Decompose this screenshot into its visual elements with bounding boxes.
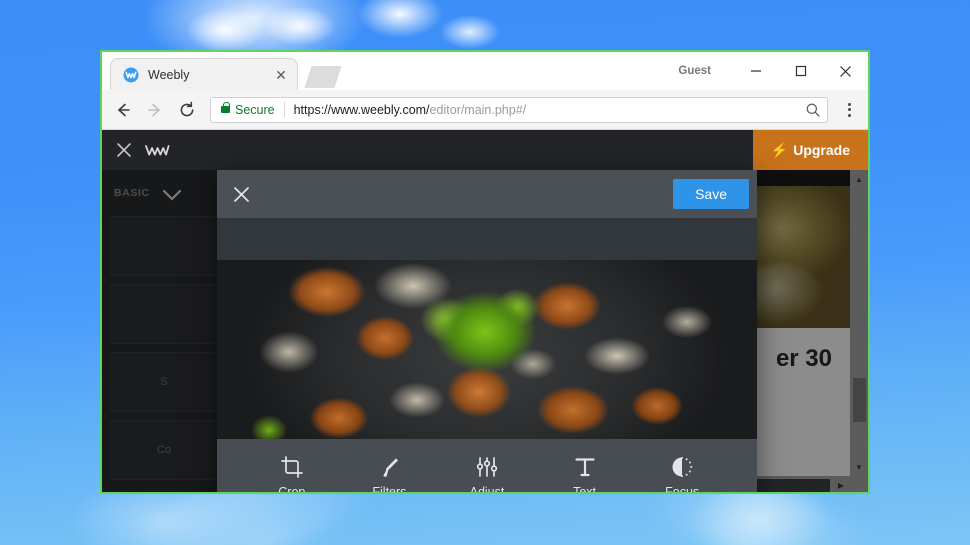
tool-adjust[interactable]: Adjust — [451, 456, 523, 494]
security-indicator[interactable]: Secure — [221, 102, 275, 117]
chevron-down-icon[interactable] — [142, 179, 202, 211]
url-path: editor/main.php#/ — [429, 102, 527, 117]
url-text: https://www.weebly.com/editor/main.php#/ — [294, 103, 805, 117]
weebly-editor: ⚡ Upgrade BASIC S Co er 30 ▲ ▼ ▶ Save Cr… — [102, 130, 868, 494]
crop-icon — [280, 455, 304, 478]
address-bar[interactable]: Secure https://www.weebly.com/editor/mai… — [210, 96, 828, 123]
filters-icon — [377, 456, 401, 478]
tab-close-icon[interactable]: ✕ — [273, 67, 289, 83]
editor-topbar: ⚡ Upgrade — [102, 130, 868, 170]
browser-menu-button[interactable] — [836, 95, 862, 125]
profile-label[interactable]: Guest — [678, 65, 711, 77]
tab-title: Weebly — [148, 67, 190, 82]
photo-editor-toolbar: Crop Filters Adjust Text Focus — [217, 439, 757, 494]
browser-toolbar: Secure https://www.weebly.com/editor/mai… — [102, 90, 868, 130]
security-label: Secure — [235, 102, 275, 117]
close-button[interactable] — [823, 52, 868, 90]
tool-label: Text — [573, 484, 597, 494]
minimize-button[interactable] — [733, 52, 778, 90]
tool-label: Filters — [372, 484, 407, 494]
upgrade-label: Upgrade — [793, 142, 850, 158]
rail-tile[interactable]: S — [110, 352, 218, 412]
tool-focus[interactable]: Focus — [646, 456, 718, 494]
edited-photo[interactable] — [217, 260, 757, 439]
weebly-logo-icon[interactable] — [144, 141, 170, 159]
lightning-icon: ⚡ — [770, 141, 789, 158]
upgrade-button[interactable]: ⚡ Upgrade — [752, 130, 868, 170]
window-controls: Guest — [678, 52, 868, 90]
photo-editor-canvas[interactable] — [217, 260, 757, 439]
lock-icon — [221, 102, 230, 113]
scroll-up-icon[interactable]: ▲ — [850, 170, 868, 188]
editor-left-rail: BASIC S Co — [102, 170, 232, 492]
editor-body: BASIC S Co er 30 ▲ ▼ ▶ Save Crop Filters… — [102, 170, 868, 494]
reload-button[interactable] — [172, 95, 202, 125]
search-icon[interactable] — [805, 102, 821, 118]
focus-icon — [670, 456, 694, 478]
forward-button[interactable] — [140, 95, 170, 125]
menu-dot — [847, 113, 851, 117]
text-icon — [573, 456, 597, 478]
tool-label: Crop — [278, 484, 306, 494]
tool-crop[interactable]: Crop — [256, 455, 328, 494]
photo-editor-header: Save — [217, 170, 757, 218]
menu-dot — [847, 102, 851, 106]
tool-text[interactable]: Text — [549, 456, 621, 494]
adjust-icon — [475, 456, 499, 478]
photo-editor-close-icon[interactable] — [233, 186, 250, 203]
browser-window: Weebly ✕ Guest Secure https://www.weebly… — [100, 50, 870, 494]
new-tab-button[interactable] — [304, 66, 342, 88]
vertical-scrollbar[interactable]: ▲ ▼ — [850, 170, 868, 476]
vertical-scrollbar-thumb[interactable] — [852, 378, 866, 422]
scrollbar-corner — [850, 476, 868, 492]
tool-label: Focus — [665, 484, 700, 494]
rail-tile[interactable] — [110, 284, 218, 344]
menu-dot — [847, 108, 851, 111]
tab-strip: Weebly ✕ Guest — [102, 52, 868, 90]
weebly-favicon-icon — [123, 67, 139, 83]
scroll-down-icon[interactable]: ▼ — [850, 458, 868, 476]
save-button[interactable]: Save — [673, 179, 749, 209]
omnibox-divider — [283, 102, 285, 117]
back-button[interactable] — [108, 95, 138, 125]
scroll-right-icon[interactable]: ▶ — [832, 476, 850, 492]
tool-filters[interactable]: Filters — [353, 456, 425, 494]
canvas-heading-right: er 30 — [775, 345, 832, 372]
rail-tile[interactable]: Co — [110, 420, 218, 480]
maximize-button[interactable] — [778, 52, 823, 90]
browser-tab-weebly[interactable]: Weebly ✕ — [110, 58, 298, 90]
editor-close-icon[interactable] — [116, 142, 132, 158]
photo-editor-modal: Save Crop Filters Adjust Text Focus — [217, 170, 757, 494]
photo-editor-subbar — [217, 218, 757, 260]
tool-label: Adjust — [469, 484, 505, 494]
url-origin: https://www.weebly.com/ — [293, 102, 430, 117]
rail-tile[interactable] — [110, 216, 218, 276]
